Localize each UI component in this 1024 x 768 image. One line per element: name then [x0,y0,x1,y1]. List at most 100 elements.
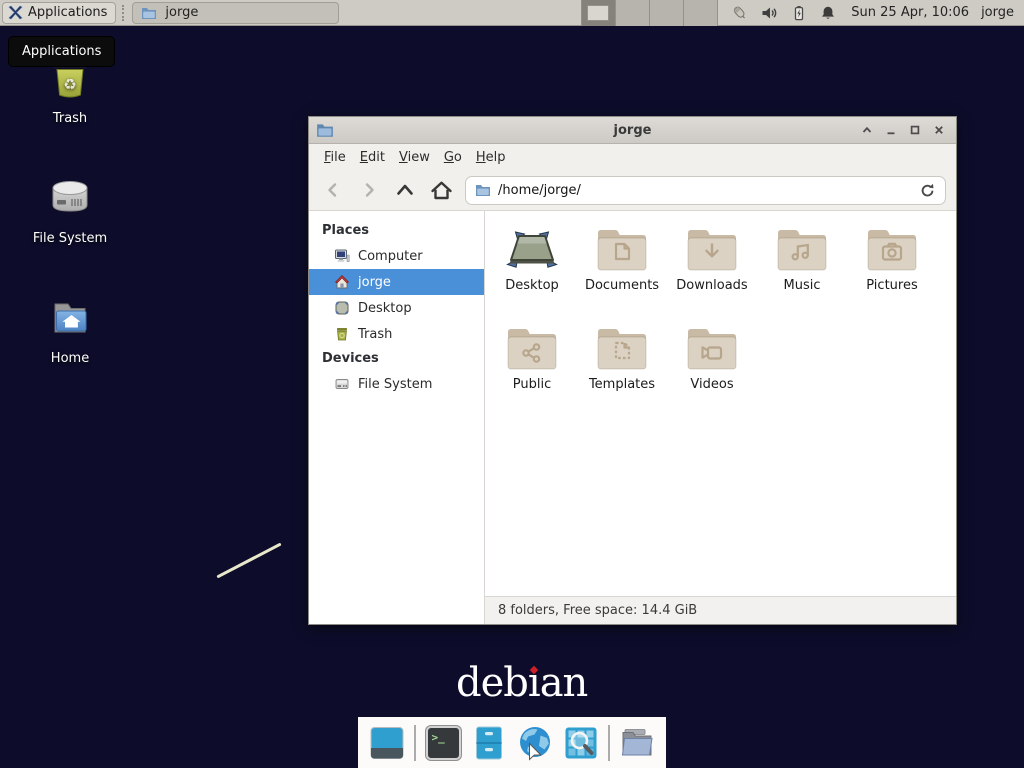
workspace-4[interactable] [684,0,718,26]
workspace-2[interactable] [616,0,650,26]
file-label: Templates [589,377,655,392]
debian-wallpaper-logo: debıan [456,663,587,703]
sidebar-item-label: Computer [358,249,423,264]
folder-share-icon [504,322,560,374]
menu-help[interactable]: Help [469,147,513,168]
sidebar-item-file-system[interactable]: File System [309,371,484,397]
desktop-icon-home[interactable]: Home [22,294,118,366]
menu-go[interactable]: Go [437,147,469,168]
file-label: Videos [690,377,733,392]
sidebar-item-label: Trash [358,327,392,342]
notifications-bell-icon[interactable] [820,5,836,21]
app-finder-icon [562,724,600,762]
computer-icon [334,248,350,264]
sidebar-item-computer[interactable]: Computer [309,243,484,269]
stray-line-artifact [216,543,281,579]
desktop-trapezoid-icon [504,223,560,275]
titlebar[interactable]: jorge [309,117,956,144]
mouse-icon[interactable] [731,4,748,21]
desktop-icon-label: File System [33,231,107,246]
home-folder-icon [46,294,94,342]
folder-launcher[interactable] [618,724,656,762]
terminal-icon: >_ [426,726,461,760]
folder-document-icon [594,223,650,275]
desktop-screen: Applications jorge [0,0,1024,768]
file-label: Downloads [676,278,747,293]
dock-panel: >_ [358,717,666,768]
folder-download-icon [684,223,740,275]
file-cabinet-icon [470,724,508,762]
sidebar-item-trash[interactable]: Trash [309,321,484,347]
file-label: Documents [585,278,659,293]
file-icon-videos[interactable]: Videos [667,322,757,421]
sidebar-item-label: jorge [358,275,391,290]
forward-button[interactable] [351,176,387,204]
file-label: Music [784,278,821,293]
file-icon-public[interactable]: Public [487,322,577,421]
menu-edit[interactable]: Edit [353,147,392,168]
hard-drive-icon [46,174,94,222]
file-icon-downloads[interactable]: Downloads [667,223,757,322]
folder-template-icon [594,322,650,374]
menu-view[interactable]: View [392,147,437,168]
menu-file[interactable]: File [317,147,353,168]
sidebar: Places Computer jorge [309,211,485,624]
maximize-button[interactable] [908,124,921,137]
sidebar-item-jorge[interactable]: jorge [309,269,484,295]
show-desktop-button[interactable] [368,724,406,762]
web-browser-launcher[interactable] [516,724,554,762]
svg-text:♻: ♻ [63,76,76,94]
applications-menu-button[interactable]: Applications [2,2,116,24]
battery-charging-icon[interactable] [791,5,807,21]
toolbar: /home/jorge/ [309,170,956,211]
dock-separator [414,725,416,761]
workspace-window-preview [587,5,609,21]
trash-icon [334,326,350,342]
logo-text-pre: deb [456,660,528,706]
file-icon-desktop[interactable]: Desktop [487,223,577,322]
close-button[interactable] [932,124,945,137]
desktop-icon-file-system[interactable]: File System [22,174,118,246]
hard-drive-icon [334,376,350,392]
panel-clock[interactable]: Sun 25 Apr, 10:06 [851,5,969,20]
desktop-icon-label: Trash [53,111,87,126]
taskbar-window-button[interactable]: jorge [132,2,339,24]
volume-icon[interactable] [761,5,778,21]
sidebar-item-label: Desktop [358,301,412,316]
path-text: /home/jorge/ [498,183,581,198]
terminal-launcher[interactable]: >_ [424,724,462,762]
folder-icon [141,6,157,20]
panel-username[interactable]: jorge [981,5,1014,20]
statusbar: 8 folders, Free space: 14.4 GiB [485,596,956,624]
sidebar-header-places: Places [309,219,484,243]
menubar: File Edit View Go Help [309,144,956,170]
shade-button[interactable] [860,124,873,137]
reload-icon[interactable] [919,182,936,199]
workspace-3[interactable] [650,0,684,26]
desktop-icon [334,300,350,316]
file-icon-pictures[interactable]: Pictures [847,223,937,322]
logo-letter-i: ı [528,663,540,703]
window-title: jorge [309,123,956,138]
globe-browser-icon [516,724,554,762]
file-icon-documents[interactable]: Documents [577,223,667,322]
folder-music-icon [774,223,830,275]
file-icon-templates[interactable]: Templates [577,322,667,421]
up-button[interactable] [387,176,423,204]
panel-handle[interactable] [122,5,128,21]
top-panel: Applications jorge [0,0,1024,26]
tooltip-text: Applications [22,44,101,59]
back-button[interactable] [315,176,351,204]
desktop-icon-label: Home [51,351,89,366]
minimize-button[interactable] [884,124,897,137]
path-bar[interactable]: /home/jorge/ [465,176,946,205]
sidebar-item-desktop[interactable]: Desktop [309,295,484,321]
dock-separator [608,725,610,761]
statusbar-text: 8 folders, Free space: 14.4 GiB [498,603,697,618]
home-button[interactable] [423,176,459,204]
logo-text-post: an [540,660,588,706]
file-icon-music[interactable]: Music [757,223,847,322]
workspace-1[interactable] [582,0,616,26]
file-cabinet-launcher[interactable] [470,724,508,762]
app-finder-launcher[interactable] [562,724,600,762]
